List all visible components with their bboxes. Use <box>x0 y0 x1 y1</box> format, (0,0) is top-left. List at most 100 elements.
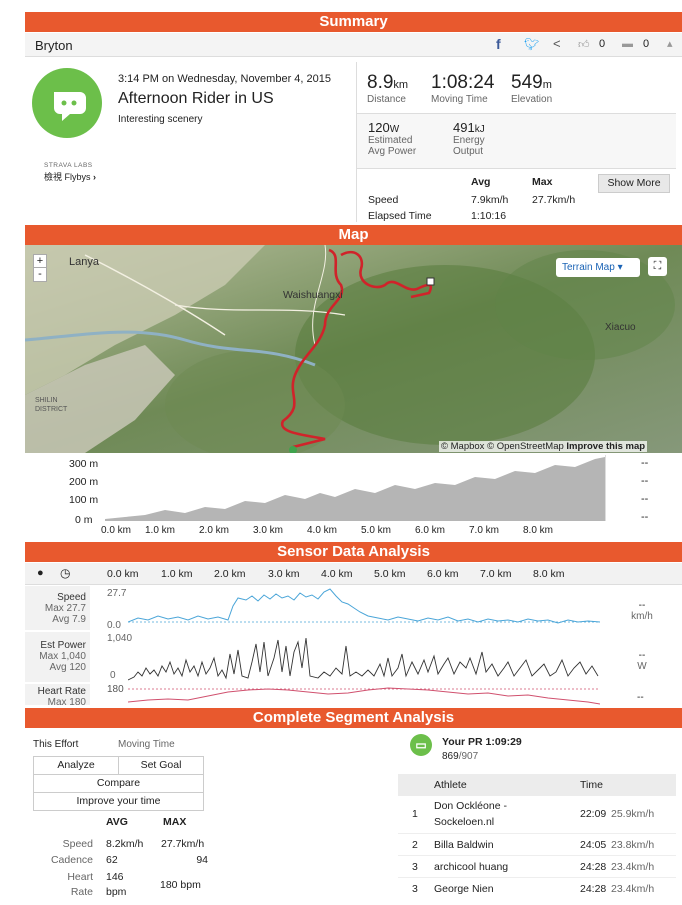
leader-rank: 3 <box>412 861 418 873</box>
power-stat: 120W Estimated Avg Power <box>368 120 416 157</box>
show-more-button[interactable]: Show More <box>598 174 670 193</box>
fullscreen-icon[interactable]: ⛶ <box>648 257 667 276</box>
power-unit: W <box>389 124 400 135</box>
pr-rank: 869/907 <box>442 751 478 762</box>
leaderboard-row[interactable]: 3 George Nien 24:28 23.4km/h <box>398 878 676 900</box>
heart-unit-dash: -- <box>637 692 644 703</box>
speed-stream-max: Max 27.7 <box>44 603 86 614</box>
improve-time-button[interactable]: Improve your time <box>33 792 204 811</box>
kudos-icon[interactable]: 👍︎ <box>578 38 590 51</box>
speed-stream-unit: -- km/h <box>615 600 669 622</box>
segment-band: Complete Segment Analysis <box>25 708 682 728</box>
improve-map-link[interactable]: Improve this map <box>566 441 645 452</box>
leader-name[interactable]: George Nien <box>434 883 494 895</box>
col-avg-header: Avg <box>471 176 491 188</box>
power-stream-chart[interactable] <box>128 632 600 682</box>
leader-speed: 23.4km/h <box>611 883 655 895</box>
leader-rank: 1 <box>412 808 418 820</box>
pin-icon[interactable]: ● <box>37 567 44 579</box>
leader-time: 24:05 <box>580 839 607 851</box>
energy-label-2: Output <box>453 146 484 157</box>
speed-max: 27.7km/h <box>532 194 576 206</box>
seg-speed-label: Speed <box>62 838 93 850</box>
chevron-right-icon: › <box>93 172 97 182</box>
seg-cadence-avg: 62 <box>106 854 118 866</box>
seg-cadence-max: 94 <box>196 854 208 866</box>
elapsed-value: 1:10:16 <box>471 210 507 222</box>
elev-dist-tick: 4.0 km <box>307 525 338 536</box>
sensor-dist-tick: 6.0 km <box>427 568 459 580</box>
map-attribution: © Mapbox © OpenStreetMap Improve this ma… <box>439 441 648 452</box>
speed-stream-chart[interactable] <box>128 586 600 630</box>
heart-stream-max: Max 180 <box>47 697 86 705</box>
leader-speed: 25.9km/h <box>611 808 655 820</box>
leader-name[interactable]: Don Ockléone - <box>434 800 507 812</box>
power-unit-dash: -- <box>638 650 646 661</box>
elev-dist-tick: 6.0 km <box>415 525 446 536</box>
zoom-out-button[interactable]: - <box>34 268 46 281</box>
terrain-map-dropdown[interactable]: Terrain Map ▾ <box>556 258 640 277</box>
sensor-band: Sensor Data Analysis <box>25 542 682 562</box>
facebook-icon[interactable]: f <box>496 36 501 52</box>
activity-avatar <box>32 68 102 138</box>
dropdown-caret-icon: ▾ <box>617 262 623 273</box>
leader-name[interactable]: Billa Baldwin <box>434 839 494 851</box>
leaderboard-row[interactable]: 1 Don Ockléone - Sockeloen.nl 22:09 25.9… <box>398 796 676 834</box>
moving-time-label: Moving Time <box>118 739 175 750</box>
elev-dash-4: -- <box>641 511 649 523</box>
share-icon[interactable]: < <box>553 36 561 51</box>
distance-stat: 8.9km Distance <box>367 72 408 105</box>
heart-stream-chart[interactable] <box>128 684 600 706</box>
power-label-2: Avg Power <box>368 146 417 157</box>
clock-icon[interactable]: ◷ <box>60 566 70 580</box>
sensor-dist-tick: 3.0 km <box>268 568 300 580</box>
compare-button[interactable]: Compare <box>33 774 204 793</box>
leaderboard-row[interactable]: 2 Billa Baldwin 24:05 23.8km/h <box>398 834 676 856</box>
activity-title[interactable]: Afternoon Rider in US <box>118 90 274 108</box>
speed-unit: km/h <box>631 611 653 622</box>
seg-speed-max: 27.7km/h <box>161 838 205 850</box>
analyze-button[interactable]: Analyze <box>33 756 119 775</box>
heart-stream-top: 180 <box>107 684 124 695</box>
sensor-dist-tick: 2.0 km <box>214 568 246 580</box>
flybys-link[interactable]: 檢視 Flybys › <box>44 170 96 183</box>
leaderboard-row[interactable]: 3 archicool huang 24:28 23.4km/h <box>398 856 676 878</box>
distance-unit: km <box>393 79 409 91</box>
power-stream-max: Max 1,040 <box>39 651 86 662</box>
energy-label-1: Energy <box>453 135 485 146</box>
speed-stream-avg: Avg 7.9 <box>52 614 86 625</box>
map-place-shilin: SHILIN <box>35 397 58 404</box>
map-place-lanya: Lanya <box>69 256 99 268</box>
leader-name-2[interactable]: Sockeloen.nl <box>434 816 494 828</box>
map-band: Map <box>25 225 682 245</box>
collapse-icon[interactable]: ▴ <box>667 37 673 50</box>
sensor-dist-tick: 5.0 km <box>374 568 406 580</box>
power-unit: W <box>637 661 647 672</box>
leader-time: 24:28 <box>580 861 607 873</box>
leader-time: 24:28 <box>580 883 607 895</box>
zoom-in-button[interactable]: + <box>34 255 46 268</box>
bryton-logo-icon <box>54 92 86 121</box>
comment-icon[interactable]: ▬ <box>622 38 633 50</box>
col-max-header: Max <box>532 176 553 188</box>
elevation-profile[interactable]: 300 m 200 m 100 m 0 m -- -- -- -- 0.0 km… <box>25 455 682 537</box>
brand-name: Bryton <box>35 38 73 53</box>
leaderboard-header: Athlete Time <box>398 774 676 796</box>
leader-rank: 2 <box>412 839 418 851</box>
leader-name[interactable]: archicool huang <box>434 861 508 873</box>
power-stream-title: Est Power <box>40 640 86 651</box>
seg-speed-avg: 8.2km/h <box>106 838 144 850</box>
set-goal-button[interactable]: Set Goal <box>118 756 204 775</box>
map-place-xiacuo: Xiacuo <box>605 322 636 333</box>
sensor-dist-tick: 0.0 km <box>107 568 139 580</box>
summary-band: Summary <box>25 12 682 32</box>
twitter-icon[interactable]: 🐦︎ <box>524 37 539 51</box>
route-map[interactable]: + - Lanya Waishuangxi Xiacuo SHILIN DIST… <box>25 245 682 453</box>
power-value: 120 <box>368 120 390 135</box>
elev-dist-tick: 3.0 km <box>253 525 284 536</box>
energy-value: 491 <box>453 120 475 135</box>
sensor-toolbar: ● ◷ 0.0 km 1.0 km 2.0 km 3.0 km 4.0 km 5… <box>25 563 682 585</box>
sensor-dist-tick: 8.0 km <box>533 568 565 580</box>
sensor-dist-tick: 4.0 km <box>321 568 353 580</box>
elevation-stat: 549m Elevation <box>511 72 552 105</box>
